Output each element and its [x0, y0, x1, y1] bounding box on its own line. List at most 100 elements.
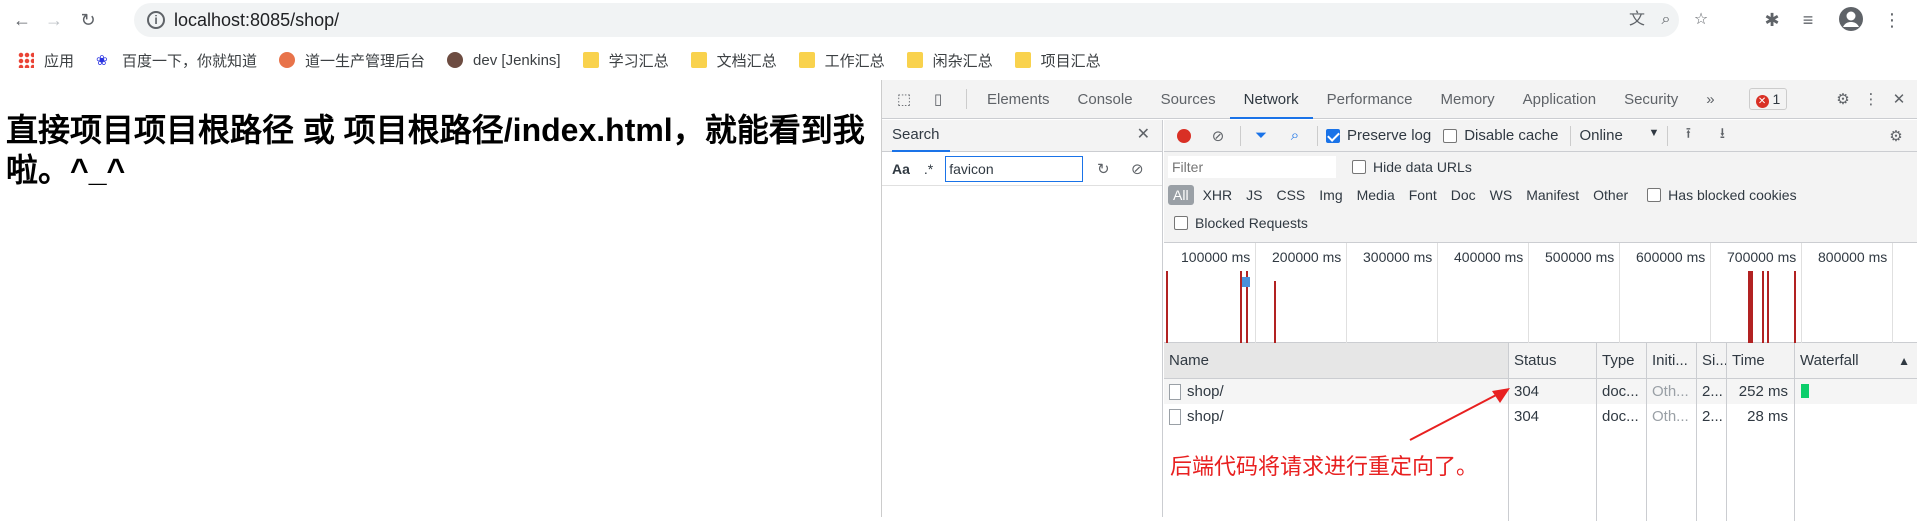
hide-data-urls-checkbox[interactable] [1352, 160, 1366, 174]
folder-icon [582, 52, 599, 68]
zoom-icon[interactable]: ⌕ [1656, 10, 1676, 30]
bookmark-folder-misc[interactable]: 闲杂汇总 [903, 46, 997, 74]
timeline-request-bar [1274, 281, 1276, 343]
tab-network[interactable]: Network [1229, 80, 1313, 119]
tab-application[interactable]: Application [1509, 80, 1610, 119]
request-table: Name Status Type Initi... Si... Time Wat… [1164, 343, 1917, 521]
error-counter-badge[interactable]: ✕ 1 [1748, 88, 1788, 110]
close-search-icon[interactable]: ✕ [1137, 124, 1150, 144]
type-filter-other[interactable]: Other [1588, 185, 1633, 205]
timeline-request-bar [1748, 271, 1753, 343]
filter-funnel-icon[interactable]: ⏷ [1249, 124, 1273, 148]
match-case-button[interactable]: Aa [892, 161, 910, 177]
timeline-tick: 300000 ms [1363, 249, 1433, 265]
column-type[interactable]: Type [1597, 343, 1647, 378]
devtools-menu-icon[interactable]: ⋮ [1859, 87, 1883, 111]
tab-performance[interactable]: Performance [1313, 80, 1427, 119]
column-time[interactable]: Time [1727, 343, 1795, 378]
timeline-tick: 700000 ms [1727, 249, 1797, 265]
bookmark-folder-work[interactable]: 工作汇总 [795, 46, 889, 74]
more-tabs-button[interactable]: » [1692, 80, 1728, 119]
bookmark-folder-docs[interactable]: 文档汇总 [687, 46, 781, 74]
annotation-arrow [1409, 388, 1510, 441]
bookmark-baidu[interactable]: ❀ 百度一下，你就知道 [92, 46, 261, 74]
type-filter-doc[interactable]: Doc [1446, 185, 1481, 205]
type-filter-js[interactable]: JS [1241, 185, 1267, 205]
translate-icon[interactable]: 文 [1627, 10, 1647, 30]
timeline-request-bar [1166, 271, 1168, 343]
folder-icon [690, 52, 707, 68]
tab-elements[interactable]: Elements [973, 80, 1064, 119]
forward-arrow-icon[interactable]: → [40, 6, 68, 34]
search-input[interactable] [945, 155, 1084, 182]
preserve-log-checkbox[interactable] [1326, 128, 1340, 143]
column-initiator[interactable]: Initi... [1647, 343, 1697, 378]
network-settings-icon[interactable]: ⚙ [1884, 124, 1908, 148]
bookmark-daoyi[interactable]: 道一生产管理后台 [275, 46, 429, 74]
bookmark-jenkins[interactable]: dev [Jenkins] [443, 46, 565, 74]
menu-kebab-icon[interactable]: ⋮ [1878, 6, 1906, 34]
refresh-search-icon[interactable]: ↻ [1091, 157, 1115, 181]
bookmark-folder-study[interactable]: 学习汇总 [579, 46, 673, 74]
extensions-puzzle-icon[interactable]: ✱ [1758, 6, 1786, 34]
disable-cache-checkbox[interactable] [1443, 128, 1458, 143]
type-filter-font[interactable]: Font [1404, 185, 1442, 205]
bookmark-apps[interactable]: 应用 [14, 46, 78, 74]
bookmark-folder-projects[interactable]: 项目汇总 [1011, 46, 1105, 74]
type-filter-img[interactable]: Img [1314, 185, 1347, 205]
cell-size: 2... [1697, 404, 1727, 429]
type-filter-all[interactable]: All [1168, 185, 1194, 205]
type-filter-xhr[interactable]: XHR [1198, 185, 1238, 205]
clear-search-icon[interactable]: ⊘ [1125, 157, 1149, 181]
page-content: 直接项目项目根路径 或 项目根路径/index.html，就能看到我啦。^_^ [0, 80, 881, 517]
type-filter-css[interactable]: CSS [1271, 185, 1310, 205]
tab-security[interactable]: Security [1610, 80, 1692, 119]
tab-console[interactable]: Console [1064, 80, 1147, 119]
cell-time: 252 ms [1727, 379, 1795, 404]
folder-icon [798, 52, 815, 68]
tab-sources[interactable]: Sources [1147, 80, 1230, 119]
column-name[interactable]: Name [1164, 343, 1509, 378]
grid-line [1892, 243, 1893, 343]
blocked-requests-checkbox[interactable] [1174, 216, 1188, 230]
column-status[interactable]: Status [1509, 343, 1597, 378]
column-waterfall[interactable]: Waterfall ▲ [1795, 343, 1917, 378]
device-toolbar-icon[interactable]: ▯ [926, 87, 950, 111]
inspect-element-icon[interactable]: ⬚ [892, 87, 916, 111]
reload-icon[interactable]: ↻ [74, 6, 102, 34]
back-arrow-icon[interactable]: ← [8, 6, 36, 34]
table-row[interactable]: shop/ 304 doc... Oth... 2... 252 ms [1164, 379, 1917, 404]
export-har-icon[interactable]: ⭳ [1710, 124, 1734, 148]
settings-gear-icon[interactable]: ⚙ [1831, 87, 1855, 111]
timeline-tick: 400000 ms [1454, 249, 1524, 265]
folder-icon [906, 52, 923, 68]
media-control-icon[interactable]: ≡ [1794, 6, 1822, 34]
close-devtools-icon[interactable]: ✕ [1887, 87, 1911, 111]
record-button-icon[interactable] [1172, 124, 1196, 148]
clear-log-icon[interactable]: ⊘ [1206, 124, 1230, 148]
regex-button[interactable]: .* [924, 161, 933, 177]
dropdown-arrow-icon: ▼ [1648, 127, 1660, 139]
table-row[interactable]: shop/ 304 doc... Oth... 2... 28 ms [1164, 404, 1917, 429]
throttle-select[interactable]: Online ▼ [1579, 127, 1659, 144]
column-size[interactable]: Si... [1697, 343, 1727, 378]
jenkins-icon [447, 52, 464, 68]
bookmark-star-icon[interactable]: ☆ [1691, 10, 1711, 30]
type-filter-media[interactable]: Media [1352, 185, 1400, 205]
import-har-icon[interactable]: ⭱ [1676, 124, 1700, 148]
tab-memory[interactable]: Memory [1427, 80, 1509, 119]
profile-avatar-icon[interactable] [1837, 6, 1865, 34]
address-bar[interactable]: i localhost:8085/shop/ 文 ⌕ ☆ [134, 3, 1708, 37]
search-icon[interactable]: ⌕ [1283, 124, 1307, 148]
grid-line [1346, 243, 1347, 343]
waterfall-bar [1801, 384, 1809, 398]
timeline-tick: 100000 ms [1181, 249, 1251, 265]
has-blocked-cookies-checkbox[interactable] [1647, 188, 1662, 202]
filter-input[interactable] [1168, 156, 1336, 178]
search-pane: Search ✕ Aa .* ↻ ⊘ [882, 120, 1163, 517]
type-filter-manifest[interactable]: Manifest [1521, 185, 1584, 205]
preserve-log-label: Preserve log [1347, 127, 1432, 144]
site-info-icon[interactable]: i [147, 11, 165, 29]
timeline-overview[interactable]: 100000 ms 200000 ms 300000 ms 400000 ms … [1164, 243, 1917, 343]
type-filter-ws[interactable]: WS [1485, 185, 1518, 205]
